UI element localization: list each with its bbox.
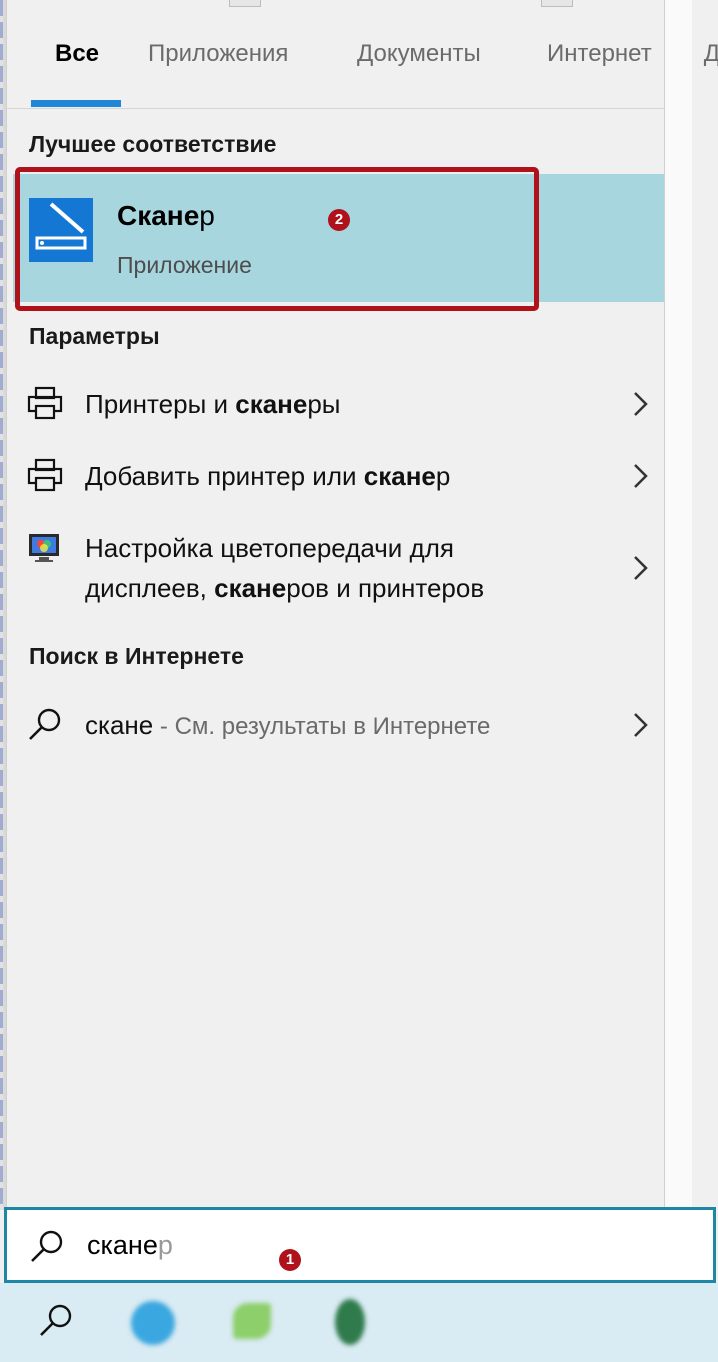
chevron-right-icon	[634, 713, 648, 737]
printer-icon	[27, 458, 63, 492]
annotation-marker-1: 1	[279, 1249, 301, 1271]
settings-item-add-printer[interactable]: Добавить принтер или сканер	[7, 450, 692, 502]
settings-heading: Параметры	[29, 323, 160, 349]
settings-item-label: Добавить принтер или сканер	[85, 461, 451, 491]
tab-internet[interactable]: Интернет	[547, 40, 652, 68]
best-match-heading: Лучшее соответствие	[29, 131, 277, 157]
search-icon	[29, 708, 61, 740]
web-search-result[interactable]: скане - См. результаты в Интернете	[7, 698, 692, 752]
telegram-icon[interactable]	[127, 1295, 179, 1347]
search-icon[interactable]	[30, 1295, 82, 1347]
taskbar	[0, 1283, 718, 1362]
search-box[interactable]: сканер	[4, 1207, 716, 1283]
color-calibration-icon	[29, 534, 59, 562]
settings-item-label: Настройка цветопередачи для дисплеев, ск…	[85, 533, 485, 603]
settings-item-color-management[interactable]: Настройка цветопередачи для дисплеев, ск…	[7, 522, 692, 614]
app-icon-green-oval[interactable]	[325, 1295, 377, 1347]
filter-tabs: Все Приложения Документы Интернет Д	[7, 0, 718, 109]
tab-all[interactable]: Все	[55, 40, 99, 68]
tab-apps[interactable]: Приложения	[148, 40, 288, 68]
search-input[interactable]: сканер	[87, 1224, 173, 1266]
search-icon	[31, 1230, 63, 1262]
printer-icon	[27, 386, 63, 420]
search-results-panel: Все Приложения Документы Интернет Д Лучш…	[6, 0, 718, 1208]
settings-item-label: Принтеры и сканеры	[85, 389, 341, 419]
settings-item-printers-scanners[interactable]: Принтеры и сканеры	[7, 378, 692, 430]
tab-overflow[interactable]: Д	[704, 40, 718, 68]
app-icon-green-bird[interactable]	[225, 1295, 277, 1347]
chevron-right-icon	[634, 392, 648, 416]
annotation-box	[15, 167, 539, 311]
chevron-right-icon	[634, 556, 648, 580]
tab-documents[interactable]: Документы	[357, 40, 481, 68]
web-search-label: скане - См. результаты в Интернете	[85, 710, 491, 740]
annotation-marker-2: 2	[328, 209, 350, 231]
active-tab-indicator	[31, 100, 121, 107]
panel-right-strip	[664, 0, 692, 1208]
chevron-right-icon	[634, 464, 648, 488]
web-search-heading: Поиск в Интернете	[29, 643, 244, 669]
